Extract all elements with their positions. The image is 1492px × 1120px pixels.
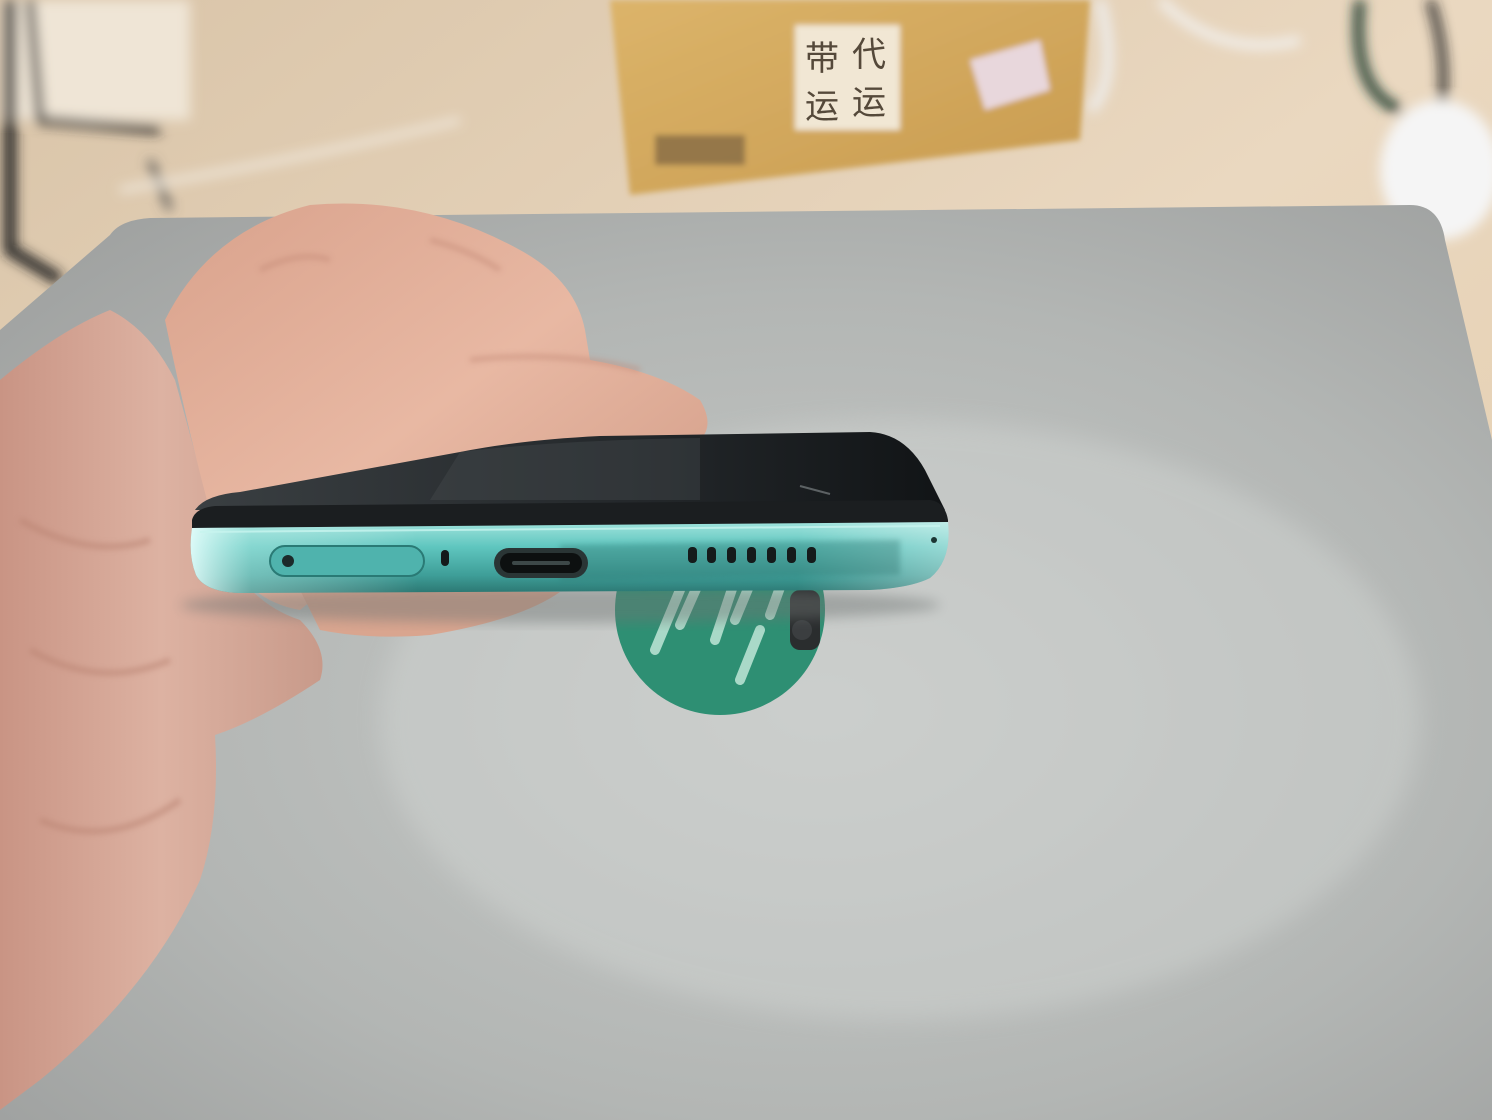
photo-canvas: 带 代 运 运 bbox=[0, 0, 1492, 1120]
photo-scene: 带 代 运 运 bbox=[0, 0, 1492, 1120]
usb-c-port-icon bbox=[494, 548, 588, 578]
box-label-row1-left: 带 bbox=[805, 39, 839, 79]
box-label-row2-right: 运 bbox=[852, 83, 886, 123]
frame-pinhole bbox=[931, 537, 937, 543]
microphone-hole-icon bbox=[441, 550, 449, 566]
box-label-row2-left: 运 bbox=[805, 87, 839, 127]
sim-tray-icon bbox=[269, 545, 425, 577]
box-label-row1-right: 代 bbox=[852, 35, 886, 75]
